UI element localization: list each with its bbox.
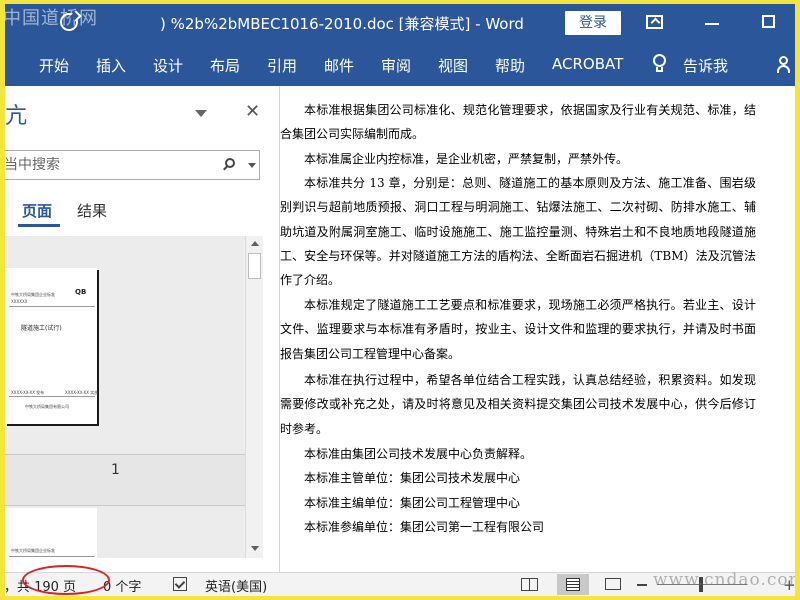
- tab-insert[interactable]: 插入: [96, 55, 126, 76]
- scroll-down-icon[interactable]: [251, 546, 259, 551]
- thumbnail-footer-rule: [9, 396, 95, 397]
- tab-acrobat[interactable]: ACROBAT: [552, 55, 623, 73]
- doc-paragraph: 本标准根据集团公司标准化、规范化管理要求，依据国家及行业有关规范、标准，结合集团…: [280, 103, 756, 142]
- doc-paragraph: 本标准参编单位：集团公司第一工程有限公司: [304, 520, 545, 534]
- doc-paragraph: 本标准主编单位：集团公司工程管理中心: [304, 496, 521, 510]
- active-tab-indicator: [18, 224, 60, 227]
- web-layout-icon[interactable]: [605, 578, 621, 590]
- lightbulb-icon[interactable]: [653, 54, 667, 72]
- doc-paragraph: 本标准由集团公司技术发展中心负责解释。: [304, 447, 533, 461]
- tab-review[interactable]: 审阅: [381, 55, 411, 76]
- search-input[interactable]: [5, 151, 209, 179]
- ribbon-display-options-icon[interactable]: [646, 15, 663, 29]
- page-thumbnail-2[interactable]: 中铁大桥局集团企业标准: [5, 508, 97, 558]
- tab-references[interactable]: 引用: [267, 55, 297, 76]
- tab-home[interactable]: 开始: [39, 55, 69, 76]
- tab-view[interactable]: 视图: [438, 55, 468, 76]
- title-bar: 中国道桥网 ) %2b%2bMBEC1016-2010.doc [兼容模式] -…: [5, 4, 795, 42]
- watermark-logo: 中国道桥网: [5, 8, 98, 29]
- thumbnail-header-text: 中铁大桥局集团企业标准: [11, 292, 55, 297]
- search-options-chevron-icon[interactable]: [248, 163, 256, 168]
- watermark-url: www.cndao.com: [653, 570, 795, 590]
- doc-paragraph: 本标准属企业内控标准，是企业机密，严禁复制，严禁外传。: [304, 152, 629, 166]
- doc-paragraph: 本标准规定了隧道施工工艺要点和标准要求，现场施工必须严格执行。若业主、设计文件、…: [280, 298, 756, 361]
- doc-paragraph: 本标准在执行过程中，希望各单位结合工程实践，认真总结经验，积累资料。如发现需要修…: [280, 373, 756, 436]
- thumbnail2-rule: [9, 556, 95, 557]
- page-thumbnail-1[interactable]: 中铁大桥局集团企业标准 QB XXXXXX 隧道施工(试行) XXXX-XX-X…: [5, 268, 98, 424]
- maximize-icon[interactable]: [762, 15, 775, 28]
- thumbnail-doc-code: XXXXXX: [11, 299, 28, 304]
- thumbnail-rule: [9, 306, 95, 307]
- print-layout-icon: [566, 578, 580, 591]
- navigation-pane-title: 亢: [5, 104, 28, 129]
- read-mode-icon[interactable]: [521, 578, 538, 591]
- proofing-icon[interactable]: [173, 577, 187, 591]
- print-layout-button[interactable]: [557, 574, 589, 595]
- highlight-annotation: [22, 565, 110, 595]
- scrollbar-thumb[interactable]: [248, 253, 261, 279]
- thumbnail-scrollbar[interactable]: [245, 236, 263, 558]
- search-box: [5, 150, 260, 180]
- minimize-icon[interactable]: [705, 23, 719, 25]
- ribbon-tabs: 开始 插入 设计 布局 引用 邮件 审阅 视图 帮助 ACROBAT 告诉我: [5, 42, 795, 86]
- close-icon[interactable]: ✕: [245, 103, 260, 121]
- login-button[interactable]: 登录: [565, 11, 621, 35]
- thumbnail-separator: [5, 454, 245, 506]
- tab-pages[interactable]: 页面: [22, 200, 52, 221]
- document-title: ) %2b%2bMBEC1016-2010.doc [兼容模式] - Word: [160, 15, 524, 33]
- thumbnail-publisher: 中铁大桥局集团有限公司: [25, 404, 69, 409]
- zoom-out-icon[interactable]: [637, 584, 647, 586]
- chevron-down-icon[interactable]: [195, 110, 207, 117]
- page-thumbnails: 中铁大桥局集团企业标准 QB XXXXXX 隧道施工(试行) XXXX-XX-X…: [5, 236, 245, 558]
- language-indicator[interactable]: 英语(美国): [205, 576, 267, 595]
- tab-mailings[interactable]: 邮件: [324, 55, 354, 76]
- doc-paragraph: 本标准主管单位：集团公司技术发展中心: [304, 471, 521, 485]
- thumbnail-doc-title: 隧道施工(试行): [21, 325, 62, 332]
- tab-design[interactable]: 设计: [153, 55, 183, 76]
- tell-me-search[interactable]: 告诉我: [683, 55, 728, 76]
- navigation-pane: 亢 ✕ 页面 结果 中铁大桥局集团企业标准 QB XXXXXX 隧道施工(试行)…: [5, 86, 279, 572]
- thumbnail2-header-text: 中铁大桥局集团企业标准: [11, 548, 55, 553]
- search-icon[interactable]: [223, 158, 235, 171]
- doc-paragraph: 本标准共分 13 章，分别是：总则、隧道施工的基本原则及方法、施工准备、围岩级别…: [280, 176, 756, 288]
- tab-layout[interactable]: 布局: [210, 55, 240, 76]
- redo-icon[interactable]: [60, 13, 78, 31]
- tab-help[interactable]: 帮助: [495, 55, 525, 76]
- document-body[interactable]: 本标准根据集团公司标准化、规范化管理要求，依据国家及行业有关规范、标准，结合集团…: [280, 86, 795, 572]
- thumbnail-header-code: QB: [75, 288, 87, 296]
- tab-results[interactable]: 结果: [77, 200, 107, 221]
- word-window: 中国道桥网 ) %2b%2bMBEC1016-2010.doc [兼容模式] -…: [5, 4, 795, 596]
- scroll-up-icon[interactable]: [251, 241, 259, 246]
- share-user-icon[interactable]: [777, 56, 795, 74]
- thumbnail-page-number: 1: [111, 462, 120, 478]
